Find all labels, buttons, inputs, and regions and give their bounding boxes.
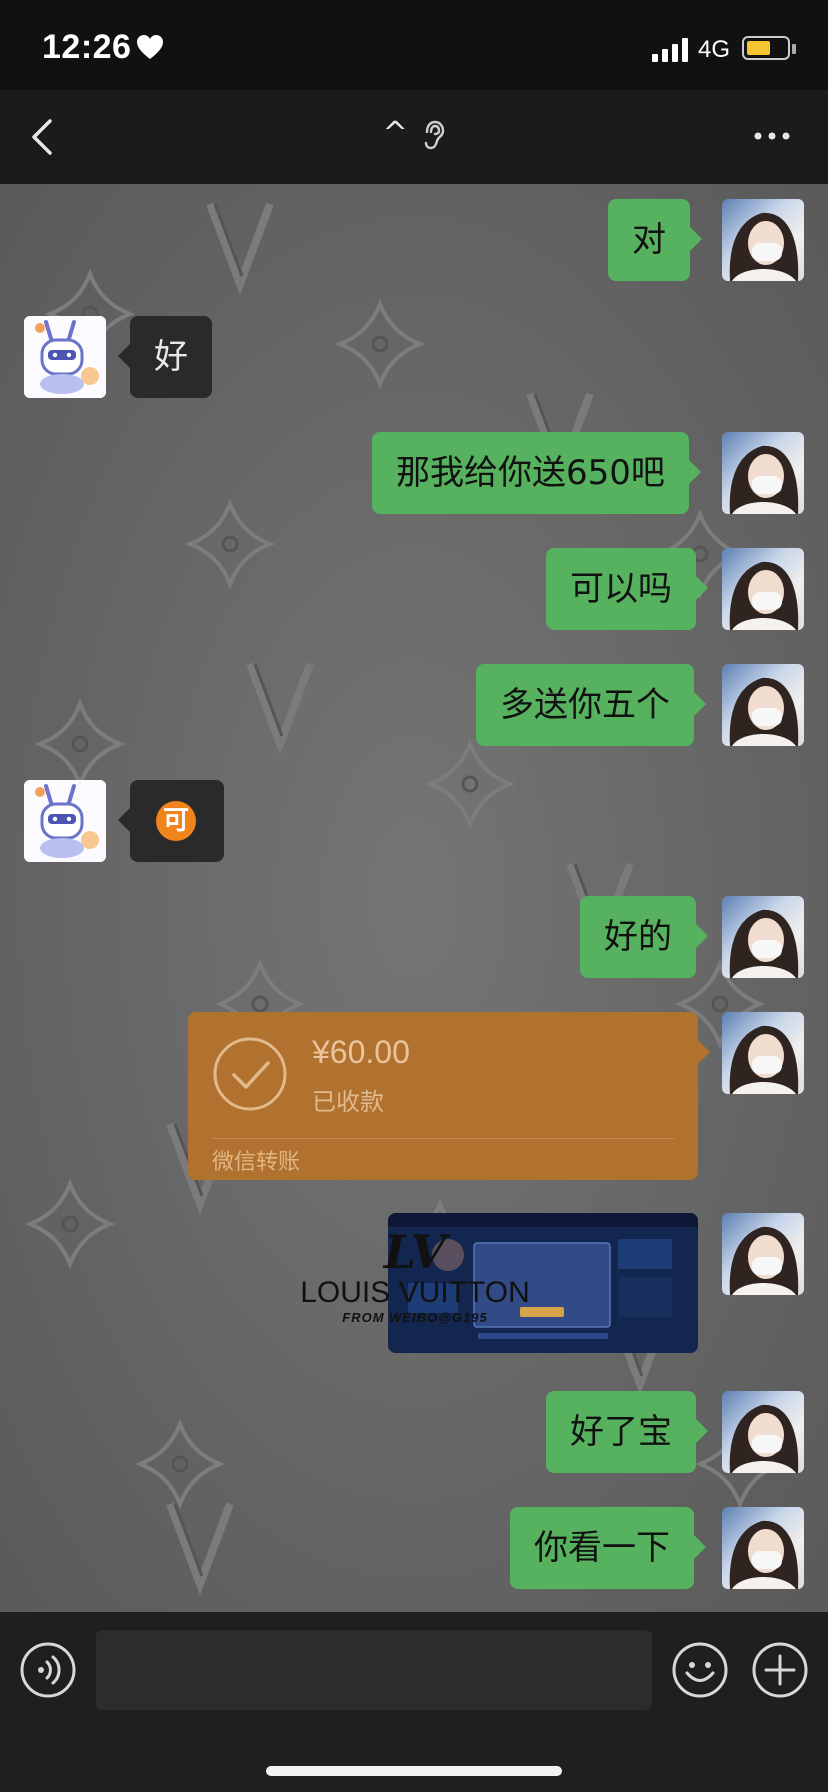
watermark-brand: LOUIS VUITTON <box>300 1276 530 1309</box>
message-input[interactable] <box>96 1630 652 1710</box>
avatar-me[interactable] <box>722 1507 804 1589</box>
ear-icon <box>425 120 445 149</box>
avatar-me[interactable] <box>722 432 804 514</box>
cartoon-avatar-icon <box>24 780 106 862</box>
nav-bar: ^ <box>0 90 828 184</box>
chat-title: ^ <box>0 116 828 151</box>
avatar-photo-icon <box>729 1520 799 1589</box>
avatar-photo-icon <box>729 677 799 746</box>
avatar-me[interactable] <box>722 1391 804 1473</box>
watermark-logo: LV <box>383 1225 447 1279</box>
message-bubble-sent[interactable]: 好了宝 <box>546 1391 708 1473</box>
avatar-photo-icon <box>729 212 799 281</box>
heart-icon <box>137 35 163 59</box>
status-bar: 12:26 4G <box>0 0 828 90</box>
check-circle-icon <box>213 1037 287 1111</box>
watermark: LV LOUIS VUITTON FROM WEIBO@G195 <box>300 1228 530 1325</box>
watermark-source: FROM WEIBO@G195 <box>342 1310 488 1325</box>
avatar-other[interactable] <box>24 316 106 398</box>
transfer-status: 已收款 <box>312 1088 384 1116</box>
status-time: 12:26 <box>42 28 132 66</box>
sticker-ke: 可 <box>156 801 196 841</box>
chat-area[interactable]: 对 好 那我给你送650吧 可以吗 多送你五个 可 好的 ¥60.00 已收款 … <box>0 184 828 1612</box>
sticker-bubble-received[interactable]: 可 <box>118 780 224 862</box>
chat-title-text: ^ <box>382 116 408 151</box>
message-bubble-sent[interactable]: 你看一下 <box>510 1507 706 1589</box>
message-bubble-received[interactable]: 好 <box>118 316 212 398</box>
voice-icon[interactable] <box>20 1642 76 1698</box>
avatar-photo-icon <box>729 445 799 514</box>
avatar-photo-icon <box>729 1404 799 1473</box>
transfer-card[interactable]: ¥60.00 已收款 微信转账 <box>188 1012 710 1180</box>
battery-level <box>747 41 770 55</box>
embossed-monogram-background <box>0 184 828 1612</box>
avatar-me[interactable] <box>722 1213 804 1295</box>
input-bar <box>0 1612 828 1792</box>
more-dots-icon[interactable] <box>752 130 792 142</box>
emoji-icon[interactable] <box>672 1642 728 1698</box>
avatar-photo-icon <box>729 1226 799 1295</box>
avatar-me[interactable] <box>722 199 804 281</box>
avatar-me[interactable] <box>722 1012 804 1094</box>
avatar-me[interactable] <box>722 664 804 746</box>
signal-icon <box>652 38 688 62</box>
avatar-photo-icon <box>729 909 799 978</box>
plus-icon[interactable] <box>752 1642 808 1698</box>
avatar-me[interactable] <box>722 548 804 630</box>
network-type: 4G <box>698 36 731 63</box>
home-indicator[interactable] <box>266 1766 562 1776</box>
message-bubble-sent[interactable]: 好的 <box>580 896 708 978</box>
transfer-divider <box>212 1138 674 1139</box>
transfer-label: 微信转账 <box>212 1150 301 1175</box>
battery-tip <box>792 44 796 54</box>
transfer-amount: ¥60.00 <box>312 1034 410 1070</box>
avatar-photo-icon <box>729 561 799 630</box>
avatar-me[interactable] <box>722 896 804 978</box>
message-bubble-sent[interactable]: 那我给你送650吧 <box>372 432 701 514</box>
avatar-other[interactable] <box>24 780 106 862</box>
message-bubble-sent[interactable]: 对 <box>608 199 702 281</box>
message-bubble-sent[interactable]: 可以吗 <box>546 548 708 630</box>
avatar-photo-icon <box>729 1025 799 1094</box>
cartoon-avatar-icon <box>24 316 106 398</box>
message-bubble-sent[interactable]: 多送你五个 <box>476 664 706 746</box>
battery-icon <box>742 36 790 60</box>
